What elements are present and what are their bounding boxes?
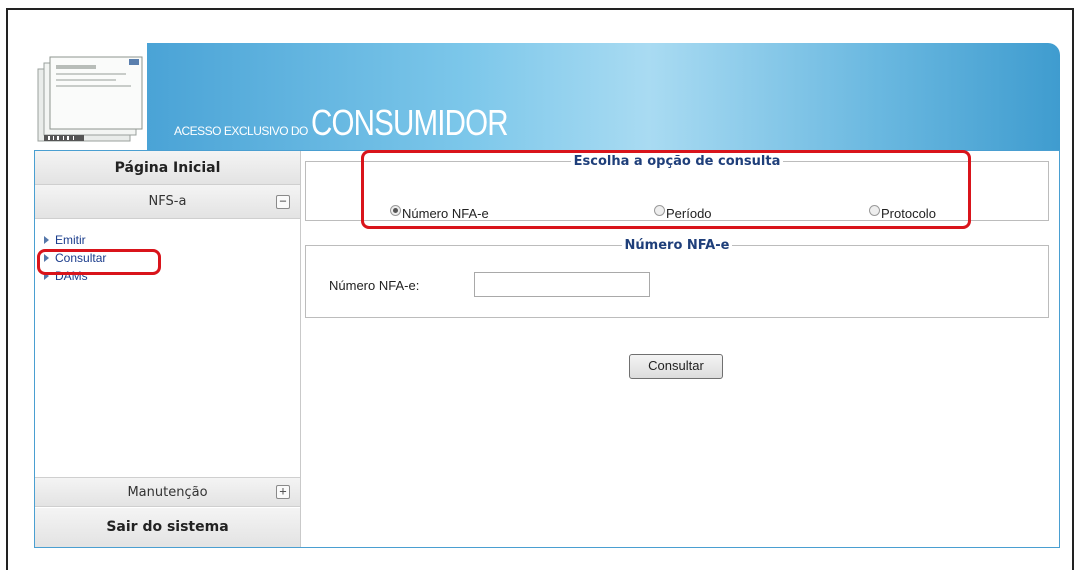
radio-option-protocolo[interactable]: Protocolo xyxy=(869,205,936,221)
content-area: Escolha a opção de consulta Número NFA-e… xyxy=(301,151,1059,547)
radio-checked-icon[interactable] xyxy=(390,205,401,216)
sidebar-menu-list: Emitir Consultar DAMs xyxy=(41,231,106,285)
banner-slogan-big: CONSUMIDOR xyxy=(310,102,509,143)
sidebar-home-label: Página Inicial xyxy=(114,160,221,176)
consultar-button[interactable]: Consultar xyxy=(629,354,723,379)
radio-option-periodo[interactable]: Período xyxy=(654,205,712,221)
consulta-options-fieldset: Escolha a opção de consulta Número NFA-e… xyxy=(305,154,1049,221)
radio-label: Período xyxy=(666,206,712,221)
numero-legend: Número NFA-e xyxy=(624,238,730,253)
banner-slogan-small: ACESSO EXCLUSIVO DO xyxy=(174,124,308,138)
radio-unchecked-icon[interactable] xyxy=(654,205,665,216)
logout-label: Sair do sistema xyxy=(106,519,229,535)
logout-button[interactable]: Sair do sistema xyxy=(35,508,300,547)
consulta-options-legend: Escolha a opção de consulta xyxy=(573,154,781,169)
radio-unchecked-icon[interactable] xyxy=(869,205,880,216)
sidebar-item-label: DAMs xyxy=(55,269,88,283)
sidebar-section-manutencao[interactable]: Manutenção + xyxy=(35,477,300,507)
expand-icon[interactable]: + xyxy=(276,485,290,499)
sidebar-item-consultar[interactable]: Consultar xyxy=(41,249,106,267)
triangle-right-icon xyxy=(44,236,49,244)
numero-nfae-input[interactable] xyxy=(474,272,650,297)
radio-option-numero[interactable]: Número NFA-e xyxy=(390,205,489,221)
main-container: Página Inicial NFS-a − Emitir Consultar … xyxy=(34,150,1060,548)
sidebar-home-link[interactable]: Página Inicial xyxy=(35,151,300,185)
sidebar-section-manutencao-label: Manutenção xyxy=(127,485,208,500)
triangle-right-icon xyxy=(44,272,49,280)
triangle-right-icon xyxy=(44,254,49,262)
collapse-icon[interactable]: − xyxy=(276,194,290,209)
sidebar-section-nfsa[interactable]: NFS-a − xyxy=(35,185,300,219)
sidebar-item-label: Consultar xyxy=(55,251,107,265)
nfa-document-logo xyxy=(37,56,143,142)
radio-label: Protocolo xyxy=(881,206,936,221)
radio-label: Número NFA-e xyxy=(402,206,489,221)
sidebar-section-nfsa-label: NFS-a xyxy=(148,194,187,209)
sidebar: Página Inicial NFS-a − Emitir Consultar … xyxy=(35,151,301,547)
numero-field-label: Número NFA-e: xyxy=(329,278,420,293)
sidebar-item-label: Emitir xyxy=(55,233,86,247)
sidebar-item-dams[interactable]: DAMs xyxy=(41,267,106,285)
banner-slogan: ACESSO EXCLUSIVO DO CONSUMIDOR xyxy=(174,102,551,144)
sidebar-item-emitir[interactable]: Emitir xyxy=(41,231,106,249)
header-banner: ACESSO EXCLUSIVO DO CONSUMIDOR xyxy=(147,43,1060,150)
